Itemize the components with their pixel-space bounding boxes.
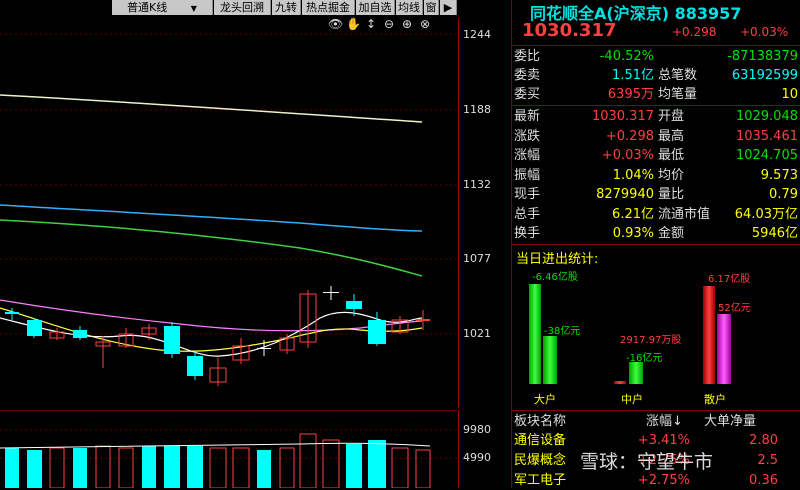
retail-out-label: 52亿元 xyxy=(718,303,751,314)
volume-axis: 9980 4990 xyxy=(458,410,511,488)
volume-bar xyxy=(5,448,19,488)
ma-button[interactable]: 均线 xyxy=(396,0,423,15)
mid-out-label: -16亿元 xyxy=(626,353,663,364)
candle xyxy=(323,292,339,293)
stats-row: 总手 6.21亿 流通市值 64.03万亿 xyxy=(514,206,798,222)
candle xyxy=(73,330,87,338)
sort-down-icon: ↓ xyxy=(672,414,683,429)
chart-toolbar: 普通K线 ▼ 龙头回溯 九转 热点掘金 加自选 均线 窗 ▶ xyxy=(0,0,510,16)
window-button[interactable]: 窗 xyxy=(424,0,439,15)
ma-line-long xyxy=(0,94,423,123)
retail-volume-bar xyxy=(703,286,715,384)
candle xyxy=(257,348,271,349)
ask-row: 委卖 1.51亿 总笔数 63192599 xyxy=(514,68,798,83)
candle xyxy=(346,301,362,309)
last-price: 1030.317 xyxy=(522,20,617,41)
volume-bar xyxy=(142,446,156,488)
ma-line-120 xyxy=(0,204,423,232)
price-change: +0.298 xyxy=(672,25,717,39)
volume-bar xyxy=(368,440,386,488)
stats-row: 换手 0.93% 金额 5946亿 xyxy=(514,226,798,241)
volume-bar xyxy=(415,449,431,488)
mid-holder-label: 中户 xyxy=(621,393,643,406)
watermark: 雪球：守望牛市 xyxy=(580,451,714,473)
arrow-right-icon[interactable]: ▶ xyxy=(440,0,457,15)
big-holder-label: 大户 xyxy=(534,393,556,406)
volume-bar xyxy=(95,445,111,488)
retail-in-label: 6.17亿股 xyxy=(708,274,751,285)
add-watchlist-button[interactable]: 加自选 xyxy=(356,0,395,15)
big-out-label: -38亿元 xyxy=(544,326,581,337)
volume-bar xyxy=(299,433,317,488)
kline-chart[interactable] xyxy=(0,18,458,408)
mid-holder-volume-bar xyxy=(614,381,626,384)
volume-bar xyxy=(164,446,180,488)
order-ratio-row: 委比 -40.52% -87138379 xyxy=(514,49,798,64)
bid-row: 委买 6395万 均笔量 10 xyxy=(514,87,798,102)
stats-row: 现手 8279940 量比 0.79 xyxy=(514,187,798,202)
big-in-label: -6.46亿股 xyxy=(532,272,578,283)
price-tick: 1244 xyxy=(463,28,491,41)
volume-bar xyxy=(279,447,295,488)
volume-tick: 9980 xyxy=(463,423,491,436)
price-axis: 1244 1188 1132 1077 1021 xyxy=(458,18,511,408)
stats-row: 振幅 1.04% 均价 9.573 xyxy=(514,167,798,183)
candle xyxy=(164,326,180,354)
sort-by-change-button[interactable]: 涨幅↓ xyxy=(646,412,683,431)
chevron-down-icon: ▼ xyxy=(190,4,197,13)
candle xyxy=(187,356,203,376)
stats-row: 涨幅 +0.03% 最低 1024.705 xyxy=(514,148,798,163)
volume-bar xyxy=(209,447,227,488)
big-holder-amount-bar xyxy=(543,336,557,384)
hotspot-button[interactable]: 热点掘金 xyxy=(302,0,355,15)
stats-row: 最新 1030.317 开盘 1029.048 xyxy=(514,109,798,124)
mid-holder-amount-bar xyxy=(629,362,643,384)
quote-panel: 同花顺全A(沪深京) 883957 1030.317 +0.298 +0.03%… xyxy=(511,0,800,488)
volume-bar xyxy=(232,447,250,488)
mid-in-label: 2917.97万股 xyxy=(620,335,682,346)
volume-bar xyxy=(49,447,65,488)
nine-turn-button[interactable]: 九转 xyxy=(272,0,301,15)
volume-bar xyxy=(118,447,134,488)
kline-type-select[interactable]: 普通K线 ▼ xyxy=(112,0,213,15)
sector-table-header: 板块名称 涨幅↓ 大单净量 xyxy=(514,412,757,431)
price-tick: 1077 xyxy=(463,252,491,265)
stats-row: 涨跌 +0.298 最高 1035.461 xyxy=(514,128,798,144)
price-tick: 1021 xyxy=(463,327,491,340)
kline-type-label: 普通K线 xyxy=(127,1,168,14)
volume-bars xyxy=(5,433,431,488)
retail-amount-bar xyxy=(717,314,731,384)
price-change-pct: +0.03% xyxy=(740,25,789,39)
candle xyxy=(368,320,386,344)
volume-bar xyxy=(27,450,42,488)
big-holder-volume-bar xyxy=(529,284,541,384)
volume-chart xyxy=(0,410,458,488)
volume-bar xyxy=(346,444,362,488)
volume-bar xyxy=(391,447,409,488)
candles xyxy=(5,286,430,386)
candle xyxy=(416,319,430,321)
candle xyxy=(27,320,42,336)
candle xyxy=(5,312,19,314)
price-tick: 1188 xyxy=(463,103,491,116)
price-tick: 1132 xyxy=(463,178,491,191)
volume-bar xyxy=(257,450,271,488)
ma-line-60 xyxy=(0,219,423,277)
dragon-trace-button[interactable]: 龙头回溯 xyxy=(214,0,271,15)
volume-bar xyxy=(73,448,87,488)
volume-tick: 4990 xyxy=(463,451,491,464)
volume-ma-line xyxy=(0,442,431,449)
volume-bar xyxy=(322,439,340,488)
retail-label: 散户 xyxy=(704,393,726,406)
volume-bar xyxy=(187,446,203,488)
